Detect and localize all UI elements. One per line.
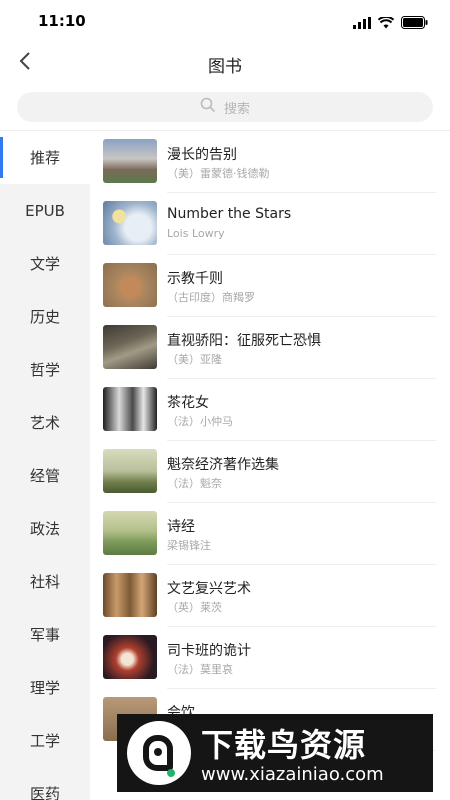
- book-cover: [103, 139, 157, 183]
- book-author: （美）雷蒙德·钱德勒: [167, 167, 270, 180]
- search-input[interactable]: 搜索: [17, 92, 433, 122]
- nav-bar: 图书: [0, 44, 450, 82]
- status-time: 11:10: [38, 12, 86, 30]
- book-cover: [103, 387, 157, 431]
- status-icons: [353, 14, 428, 33]
- sidebar-item-law[interactable]: 政法: [0, 502, 90, 555]
- book-cover: [103, 263, 157, 307]
- page-title: 图书: [208, 57, 242, 77]
- book-cover: [103, 573, 157, 617]
- book-title: Number the Stars: [167, 206, 292, 222]
- sidebar-item-literature[interactable]: 文学: [0, 237, 90, 290]
- bird-logo-icon: [127, 721, 191, 785]
- search-icon: [200, 97, 216, 117]
- book-cover: [103, 635, 157, 679]
- book-item[interactable]: 文艺复兴艺术 （英）莱茨: [90, 565, 450, 627]
- sidebar-item-label: 工学: [29, 732, 60, 750]
- category-sidebar: 推荐 EPUB 文学 历史 哲学 艺术 经管 政法 社科 军事 理学 工学 医药: [0, 131, 90, 800]
- cellular-signal-icon: [353, 14, 371, 33]
- sidebar-item-label: 社科: [29, 573, 60, 591]
- book-author: （古印度）商羯罗: [167, 291, 255, 304]
- sidebar-item-label: 军事: [29, 626, 60, 644]
- book-list: 漫长的告别 （美）雷蒙德·钱德勒 Number the Stars Lois L…: [90, 131, 450, 800]
- book-title: 文艺复兴艺术: [167, 581, 251, 597]
- sidebar-item-label: 理学: [29, 679, 60, 697]
- book-item[interactable]: 司卡班的诡计 （法）莫里哀: [90, 627, 450, 689]
- book-title: 示教千则: [167, 271, 223, 287]
- book-cover: [103, 325, 157, 369]
- book-title: 魁奈经济著作选集: [167, 457, 279, 473]
- sidebar-item-social-science[interactable]: 社科: [0, 555, 90, 608]
- sidebar-item-label: EPUB: [25, 201, 65, 220]
- book-cover: [103, 449, 157, 493]
- book-item[interactable]: 示教千则 （古印度）商羯罗: [90, 255, 450, 317]
- sidebar-item-history[interactable]: 历史: [0, 290, 90, 343]
- book-author: （法）小仲马: [167, 415, 233, 428]
- book-author: 梁锡锋注: [167, 539, 211, 552]
- sidebar-item-label: 哲学: [29, 361, 60, 379]
- sidebar-item-science[interactable]: 理学: [0, 661, 90, 714]
- battery-icon: [401, 14, 428, 33]
- wifi-icon: [377, 14, 395, 33]
- book-title: 漫长的告别: [167, 147, 237, 163]
- watermark-banner: 下载鸟资源 www.xiazainiao.com: [117, 714, 433, 792]
- search-placeholder: 搜索: [223, 101, 250, 117]
- book-item[interactable]: Number the Stars Lois Lowry: [90, 193, 450, 255]
- book-title: 茶花女: [167, 395, 209, 411]
- book-author: Lois Lowry: [167, 227, 225, 240]
- book-title: 诗经: [167, 519, 195, 535]
- book-item[interactable]: 魁奈经济著作选集 （法）魁奈: [90, 441, 450, 503]
- sidebar-item-recommend[interactable]: 推荐: [0, 131, 90, 184]
- sidebar-item-label: 艺术: [29, 414, 60, 432]
- sidebar-item-art[interactable]: 艺术: [0, 396, 90, 449]
- book-item[interactable]: 茶花女 （法）小仲马: [90, 379, 450, 441]
- sidebar-item-epub[interactable]: EPUB: [0, 184, 90, 237]
- sidebar-item-medicine[interactable]: 医药: [0, 767, 90, 800]
- book-cover: [103, 201, 157, 245]
- sidebar-item-engineering[interactable]: 工学: [0, 714, 90, 767]
- book-item[interactable]: 直视骄阳：征服死亡恐惧 （美）亚隆: [90, 317, 450, 379]
- sidebar-item-label: 医药: [29, 785, 60, 800]
- book-author: （英）莱茨: [167, 601, 222, 614]
- book-cover: [103, 511, 157, 555]
- sidebar-item-military[interactable]: 军事: [0, 608, 90, 661]
- sidebar-item-label: 历史: [29, 308, 60, 326]
- sidebar-item-economics[interactable]: 经管: [0, 449, 90, 502]
- sidebar-item-label: 文学: [29, 255, 60, 273]
- watermark-url: www.xiazainiao.com: [201, 764, 384, 785]
- book-item[interactable]: 诗经 梁锡锋注: [90, 503, 450, 565]
- status-bar: 11:10: [0, 0, 450, 44]
- watermark-title: 下载鸟资源: [201, 726, 367, 764]
- sidebar-item-label: 经管: [29, 467, 60, 485]
- book-title: 直视骄阳：征服死亡恐惧: [167, 333, 321, 349]
- book-title: 司卡班的诡计: [167, 643, 251, 659]
- book-author: （美）亚隆: [167, 353, 222, 366]
- sidebar-item-label: 推荐: [29, 149, 60, 167]
- sidebar-item-philosophy[interactable]: 哲学: [0, 343, 90, 396]
- sidebar-item-label: 政法: [29, 520, 60, 538]
- book-author: （法）莫里哀: [167, 663, 233, 676]
- book-item[interactable]: 漫长的告别 （美）雷蒙德·钱德勒: [90, 131, 450, 193]
- book-author: （法）魁奈: [167, 477, 222, 490]
